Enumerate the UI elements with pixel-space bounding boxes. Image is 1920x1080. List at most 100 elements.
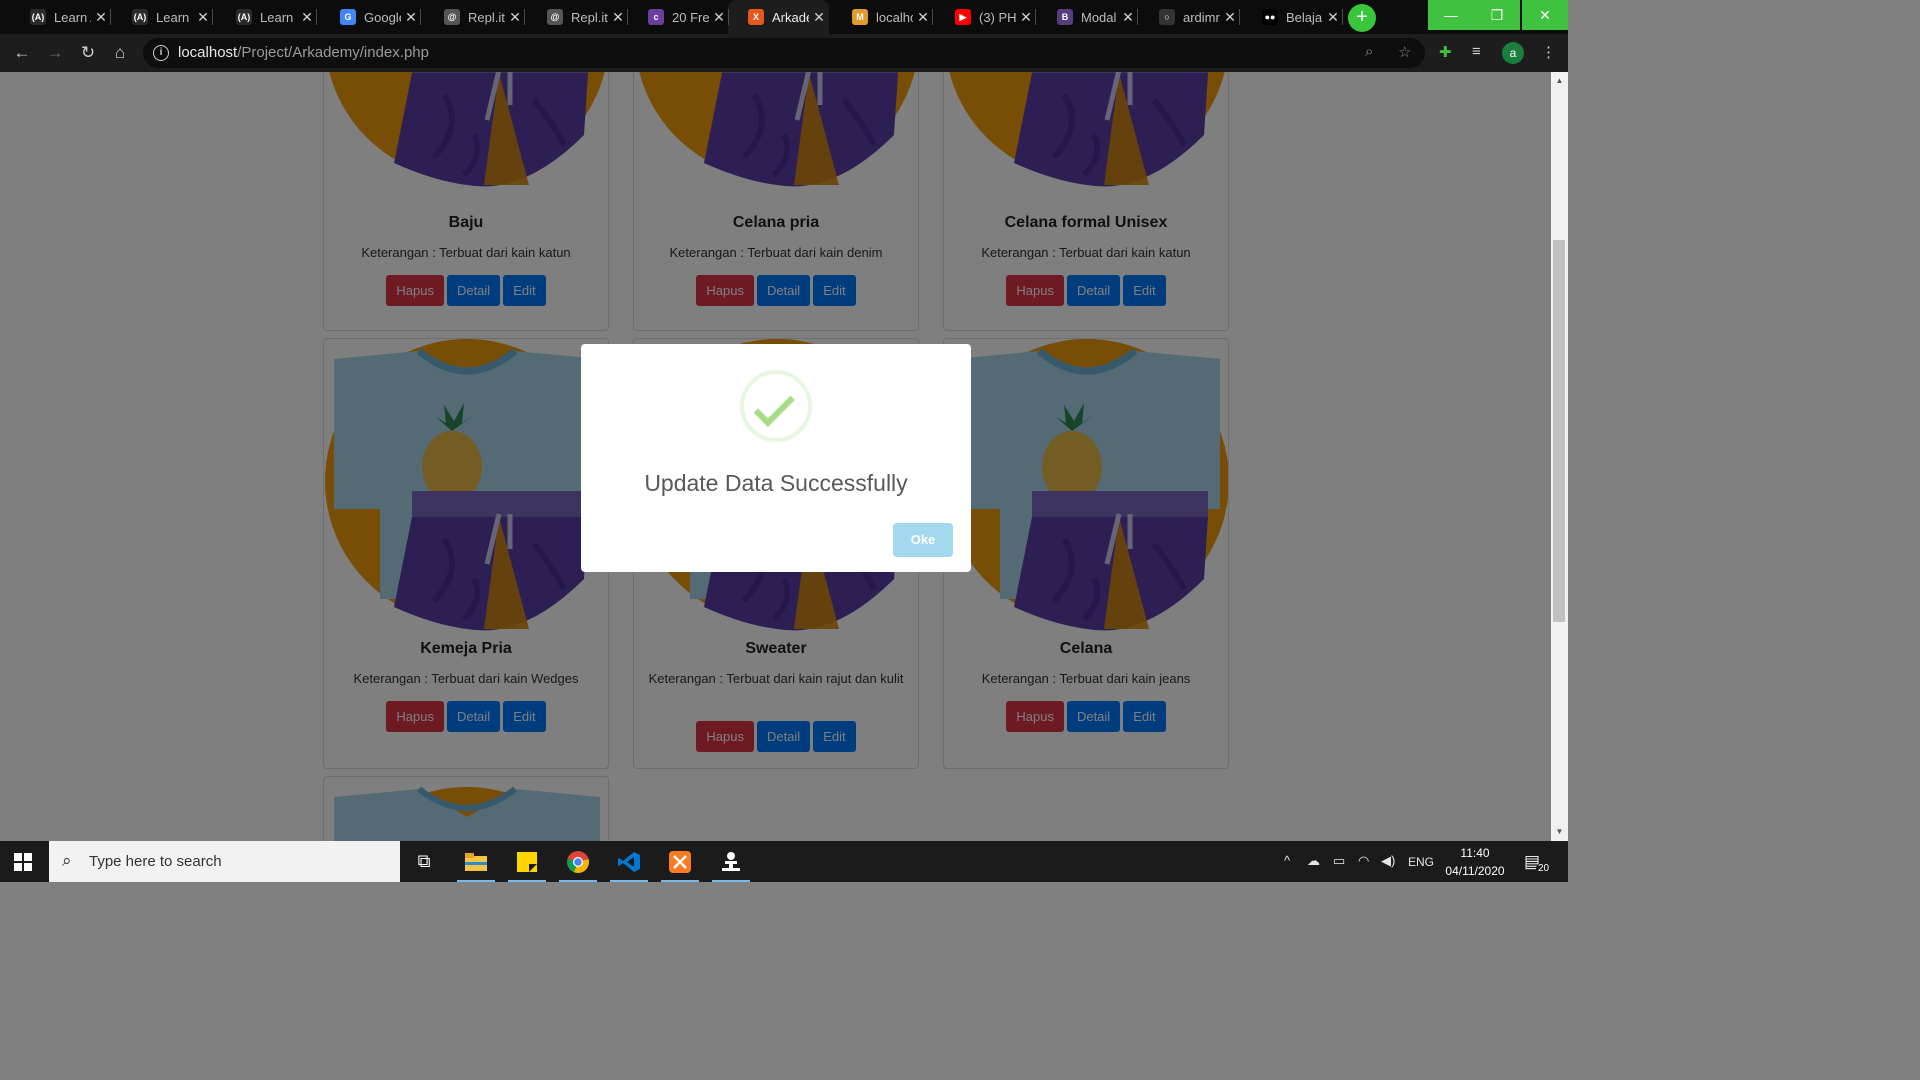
tab-close-icon[interactable]: ✕ bbox=[913, 9, 933, 26]
browser-tab[interactable]: X Arkade✕ bbox=[728, 0, 829, 34]
file-explorer-icon[interactable] bbox=[453, 841, 499, 882]
windows-start-icon[interactable] bbox=[14, 853, 32, 871]
tab-favicon-icon: @ bbox=[547, 9, 563, 25]
tab-separator bbox=[1342, 9, 1343, 25]
tab-close-icon[interactable]: ✕ bbox=[193, 9, 213, 26]
tab-close-icon[interactable]: ✕ bbox=[608, 9, 628, 26]
tab-close-icon[interactable]: ✕ bbox=[809, 9, 829, 26]
chrome-icon[interactable] bbox=[555, 841, 601, 882]
tab-separator bbox=[316, 9, 317, 25]
reading-list-icon[interactable]: ≡ bbox=[1472, 43, 1481, 60]
tab-favicon-icon: c bbox=[648, 9, 664, 25]
tab-separator bbox=[420, 9, 421, 25]
scroll-thumb[interactable] bbox=[1553, 240, 1565, 622]
tab-favicon-icon: ●● bbox=[1262, 9, 1278, 25]
site-info-icon[interactable]: i bbox=[153, 45, 169, 61]
scroll-up-arrow-icon[interactable]: ▲ bbox=[1551, 74, 1568, 88]
tab-close-icon[interactable]: ✕ bbox=[1016, 9, 1036, 26]
new-tab-button[interactable]: + bbox=[1348, 4, 1376, 32]
app-icon[interactable] bbox=[708, 841, 754, 882]
vscode-icon[interactable] bbox=[606, 841, 652, 882]
tab-close-icon[interactable]: ✕ bbox=[91, 9, 111, 26]
tab-label: Belajar bbox=[1286, 9, 1323, 25]
search-placeholder: Type here to search bbox=[89, 853, 222, 870]
tab-close-icon[interactable]: ✕ bbox=[1220, 9, 1240, 26]
tab-label: localho bbox=[876, 9, 913, 25]
ok-button[interactable]: Oke bbox=[893, 523, 953, 557]
tab-close-icon[interactable]: ✕ bbox=[505, 9, 525, 26]
tab-strip: ●●Belajar✕○ardimr✕BModal✕▶(3) PHI✕Mlocal… bbox=[0, 0, 1568, 34]
browser-tab[interactable]: @ Repl.it ✕ bbox=[424, 0, 525, 34]
tab-label: Modal bbox=[1081, 9, 1117, 25]
tab-separator bbox=[1239, 9, 1240, 25]
reload-icon[interactable]: ↻ bbox=[77, 42, 99, 64]
running-indicator bbox=[712, 880, 750, 882]
tab-label: Learn E bbox=[156, 9, 193, 25]
taskbar-search-input[interactable]: ⌕ Type here to search bbox=[49, 841, 400, 882]
browser-tab[interactable]: G Google✕ bbox=[320, 0, 421, 34]
url-path: /Project/Arkademy/index.php bbox=[237, 44, 429, 61]
running-indicator bbox=[457, 880, 495, 882]
browser-tab[interactable]: @ Repl.it ✕ bbox=[527, 0, 628, 34]
browser-tab[interactable]: B Modal ✕ bbox=[1037, 0, 1138, 34]
tab-close-icon[interactable]: ✕ bbox=[709, 9, 729, 26]
tray-chevron-icon[interactable]: ^ bbox=[1284, 853, 1290, 868]
windows-taskbar: ⌕ Type here to search ⧉ ^ ☁ ▭ ◠ ◀) ENG 1… bbox=[0, 841, 1568, 882]
browser-tab[interactable]: (A) Learn t ✕ bbox=[216, 0, 317, 34]
running-indicator bbox=[661, 880, 699, 882]
success-modal: Update Data Successfully Oke bbox=[581, 344, 971, 572]
sticky-notes-icon[interactable] bbox=[504, 841, 550, 882]
tab-separator bbox=[728, 9, 729, 25]
tab-close-icon[interactable]: ✕ bbox=[1323, 9, 1343, 26]
home-icon[interactable]: ⌂ bbox=[109, 42, 131, 64]
address-bar[interactable]: i localhost/Project/Arkademy/index.php ⌕… bbox=[143, 38, 1425, 68]
close-window-button[interactable]: ✕ bbox=[1522, 0, 1568, 30]
battery-icon[interactable]: ▭ bbox=[1333, 853, 1345, 869]
xampp-icon[interactable] bbox=[657, 841, 703, 882]
browser-tab[interactable]: ○ ardimr ✕ bbox=[1139, 0, 1240, 34]
tab-favicon-icon: @ bbox=[444, 9, 460, 25]
bookmark-star-icon[interactable]: ☆ bbox=[1398, 43, 1411, 61]
language-indicator[interactable]: ENG bbox=[1408, 855, 1434, 869]
forward-icon[interactable]: → bbox=[44, 42, 66, 64]
tab-label: Google bbox=[364, 9, 401, 25]
tab-favicon-icon: (A) bbox=[132, 9, 148, 25]
minimize-button[interactable]: — bbox=[1428, 0, 1474, 30]
running-indicator bbox=[610, 880, 648, 882]
tab-label: Repl.it bbox=[571, 9, 608, 25]
page-scrollbar[interactable]: ▲ ▼ bbox=[1551, 72, 1568, 841]
browser-tab[interactable]: (A) Learn A✕ bbox=[10, 0, 111, 34]
back-icon[interactable]: ← bbox=[11, 42, 33, 64]
browser-tab[interactable]: Mlocalho✕ bbox=[832, 0, 933, 34]
browser-tab[interactable]: ●● Belajar ✕ bbox=[1242, 0, 1343, 34]
onedrive-icon[interactable]: ☁ bbox=[1307, 853, 1320, 869]
volume-icon[interactable]: ◀) bbox=[1381, 853, 1395, 869]
clock[interactable]: 11:40 04/11/2020 bbox=[1440, 844, 1510, 880]
tab-favicon-icon: ○ bbox=[1159, 9, 1175, 25]
tab-favicon-icon: B bbox=[1057, 9, 1073, 25]
zoom-icon[interactable]: ⌕ bbox=[1365, 43, 1373, 60]
browser-tab[interactable]: c 20 Free✕ bbox=[628, 0, 729, 34]
browser-tab[interactable]: ▶ (3) PHI✕ bbox=[935, 0, 1036, 34]
address-url[interactable]: localhost/Project/Arkademy/index.php bbox=[178, 44, 429, 61]
scroll-down-arrow-icon[interactable]: ▼ bbox=[1551, 825, 1568, 839]
browser-tab[interactable]: (A) Learn E✕ bbox=[112, 0, 213, 34]
tab-close-icon[interactable]: ✕ bbox=[297, 9, 317, 26]
tab-label: 20 Free bbox=[672, 9, 709, 25]
extensions-icon[interactable]: ✚ bbox=[1439, 43, 1452, 61]
tab-favicon-icon: M bbox=[852, 9, 868, 25]
tab-separator bbox=[627, 9, 628, 25]
task-view-icon[interactable]: ⧉ bbox=[401, 841, 447, 882]
running-indicator bbox=[559, 880, 597, 882]
tab-close-icon[interactable]: ✕ bbox=[1118, 9, 1138, 26]
menu-kebab-icon[interactable]: ⋮ bbox=[1541, 43, 1556, 61]
clock-time: 11:40 bbox=[1460, 846, 1490, 860]
tab-label: (3) PHI bbox=[979, 9, 1016, 25]
tab-close-icon[interactable]: ✕ bbox=[401, 9, 421, 26]
profile-avatar[interactable]: a bbox=[1502, 42, 1524, 64]
wifi-icon[interactable]: ◠ bbox=[1358, 853, 1369, 869]
tab-label: Learn t bbox=[260, 9, 297, 25]
restore-button[interactable]: ❐ bbox=[1474, 0, 1520, 30]
search-icon: ⌕ bbox=[62, 851, 72, 870]
browser-toolbar: ← → ↻ ⌂ i localhost/Project/Arkademy/ind… bbox=[0, 34, 1568, 106]
